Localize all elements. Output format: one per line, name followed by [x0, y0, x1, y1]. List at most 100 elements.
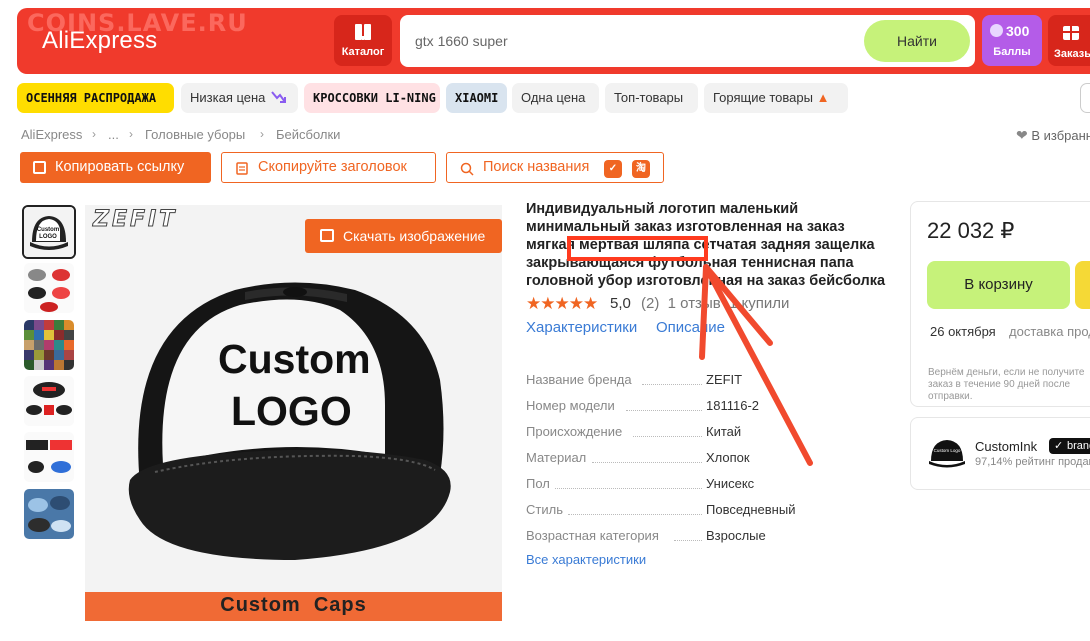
- chip-xiaomi[interactable]: XIAOMI: [446, 83, 507, 113]
- brand-watermark: ZEFIT: [92, 207, 178, 233]
- breadcrumb-caps[interactable]: Бейсболки: [276, 127, 340, 142]
- cap-thumbnail-icon: Custom LOGO: [24, 207, 74, 257]
- chip-li-ning[interactable]: КРОССОВКИ LI-NING: [304, 83, 440, 113]
- buy-now-button[interactable]: [1075, 261, 1090, 309]
- taobao-badge-icon[interactable]: 淘: [632, 160, 650, 178]
- spec-label: Стиль: [526, 502, 563, 517]
- points-label: Баллы: [993, 46, 1031, 58]
- product-title-line-1: Индивидуальный логотип маленький: [526, 201, 799, 217]
- check-icon: ✓: [1054, 440, 1064, 452]
- fire-icon: ▲: [816, 90, 830, 105]
- chip-autumn-sale[interactable]: ОСЕННЯЯ РАСПРОДАЖА: [17, 83, 174, 113]
- link-icon: [33, 161, 46, 174]
- thumbnail-3[interactable]: [24, 320, 74, 370]
- catalog-icon: [355, 24, 371, 40]
- search-input[interactable]: [415, 30, 845, 52]
- cap-print-text-1: Custom: [218, 336, 371, 382]
- delivery-info-link[interactable]: доставка продавцом: [1009, 324, 1090, 339]
- caps-grid-icon: [24, 263, 74, 313]
- points-value: 300: [1006, 23, 1030, 39]
- thumbnail-6[interactable]: [24, 489, 74, 539]
- chip-label: Горящие товары: [713, 90, 813, 105]
- brand-badge: ✓ brand: [1049, 438, 1090, 454]
- product-title-line-2: минимальный заказ изготовленная на заказ: [526, 219, 845, 235]
- trend-down-icon: [271, 91, 287, 103]
- chevron-right-icon: ›: [260, 127, 264, 141]
- catalog-label: Каталог: [341, 46, 385, 58]
- spec-dots: [674, 540, 702, 541]
- orders-label: Заказы: [1054, 48, 1090, 60]
- spec-dots: [592, 462, 702, 463]
- aliexpress-badge-icon[interactable]: ✓: [604, 160, 622, 178]
- box-icon: [1063, 26, 1079, 40]
- chip-top-products[interactable]: Топ-товары: [605, 83, 698, 113]
- download-label: Скачать изображение: [343, 228, 486, 244]
- orders-button[interactable]: Заказы: [1048, 15, 1090, 66]
- image-caption: Custom Caps: [220, 594, 367, 616]
- seller-rating: 97,14% рейтинг продавца: [975, 456, 1090, 468]
- spec-value: Повседневный: [706, 502, 796, 517]
- coin-icon: [990, 24, 1003, 37]
- heart-icon: ❤: [1016, 127, 1028, 143]
- spec-label: Возрастная категория: [526, 528, 659, 543]
- spec-label: Пол: [526, 476, 550, 491]
- copy-link-label: Копировать ссылку: [55, 159, 185, 175]
- copy-title-label: Скопируйте заголовок: [258, 159, 407, 175]
- copy-link-button[interactable]: Копировать ссылку: [20, 152, 211, 183]
- spec-value: Взрослые: [706, 528, 766, 543]
- thumbnail-5[interactable]: [24, 432, 74, 482]
- favorite-button[interactable]: ❤ В избранное: [1016, 127, 1090, 144]
- page: COINS.LAVE.RU AliExpress Каталог Найти 3…: [0, 0, 1090, 641]
- price: 22 032 ₽: [927, 218, 1015, 243]
- brand-badge-label: brand: [1067, 440, 1090, 452]
- spec-dots: [568, 514, 702, 515]
- chevron-right-icon: ›: [92, 127, 96, 141]
- delivery-date: 26 октября: [930, 324, 996, 339]
- image-icon: [320, 229, 334, 242]
- all-specs-link[interactable]: Все характеристики: [526, 552, 646, 567]
- thumbnail-2[interactable]: [24, 263, 74, 313]
- thumbnail-4[interactable]: [24, 376, 74, 426]
- add-to-cart-button[interactable]: В корзину: [927, 261, 1070, 309]
- copy-title-button[interactable]: Скопируйте заголовок: [221, 152, 436, 183]
- refund-note: Вернём деньги, если не получите заказ в …: [928, 367, 1085, 402]
- color-swatches-icon: [24, 320, 74, 370]
- chip-more[interactable]: [1080, 83, 1090, 113]
- caps-blue-icon: [24, 432, 74, 482]
- thumbnail-1[interactable]: Custom LOGO: [22, 205, 76, 259]
- annotation-highlight-box: [567, 236, 708, 261]
- catalog-button[interactable]: Каталог: [334, 15, 392, 66]
- aliexpress-logo[interactable]: AliExpress: [42, 27, 157, 55]
- seller-logo[interactable]: Custom Logo: [929, 437, 965, 469]
- spec-label: Материал: [526, 450, 587, 465]
- chevron-right-icon: ›: [129, 127, 133, 141]
- spec-label: Название бренда: [526, 372, 632, 387]
- rating-value: 5,0: [610, 295, 631, 312]
- spec-value: Унисекс: [706, 476, 755, 491]
- breadcrumb-headwear[interactable]: Головные уборы: [145, 127, 245, 142]
- download-image-button[interactable]: Скачать изображение: [305, 219, 502, 253]
- seller-name[interactable]: CustomInk: [975, 439, 1037, 454]
- caps-photo-icon: [24, 489, 74, 539]
- search-icon: [460, 162, 474, 176]
- search-button[interactable]: Найти: [864, 20, 970, 62]
- annotation-arrow-icon: [699, 264, 813, 466]
- search-name-button[interactable]: Поиск названия ✓ 淘: [446, 152, 664, 183]
- spec-dots: [555, 488, 702, 489]
- chip-low-price[interactable]: Низкая цена: [181, 83, 298, 113]
- rating-stars-icon: ★★★★★: [526, 294, 598, 313]
- spec-label: Номер модели: [526, 398, 615, 413]
- document-icon: [236, 162, 248, 175]
- breadcrumb-home[interactable]: AliExpress: [21, 127, 82, 142]
- points-button[interactable]: 300 Баллы: [982, 15, 1042, 66]
- caps-red-icon: [24, 376, 74, 426]
- favorite-label: В избранное: [1031, 128, 1090, 143]
- chip-hot-products[interactable]: Горящие товары ▲: [704, 83, 848, 113]
- breadcrumb-ellipsis[interactable]: ...: [108, 127, 119, 142]
- svg-text:LOGO: LOGO: [39, 234, 57, 240]
- svg-text:Custom: Custom: [37, 227, 59, 233]
- chip-one-price[interactable]: Одна цена: [512, 83, 599, 113]
- tab-specs[interactable]: Характеристики: [526, 319, 637, 336]
- chip-label: Низкая цена: [190, 90, 266, 105]
- spec-label: Происхождение: [526, 424, 623, 439]
